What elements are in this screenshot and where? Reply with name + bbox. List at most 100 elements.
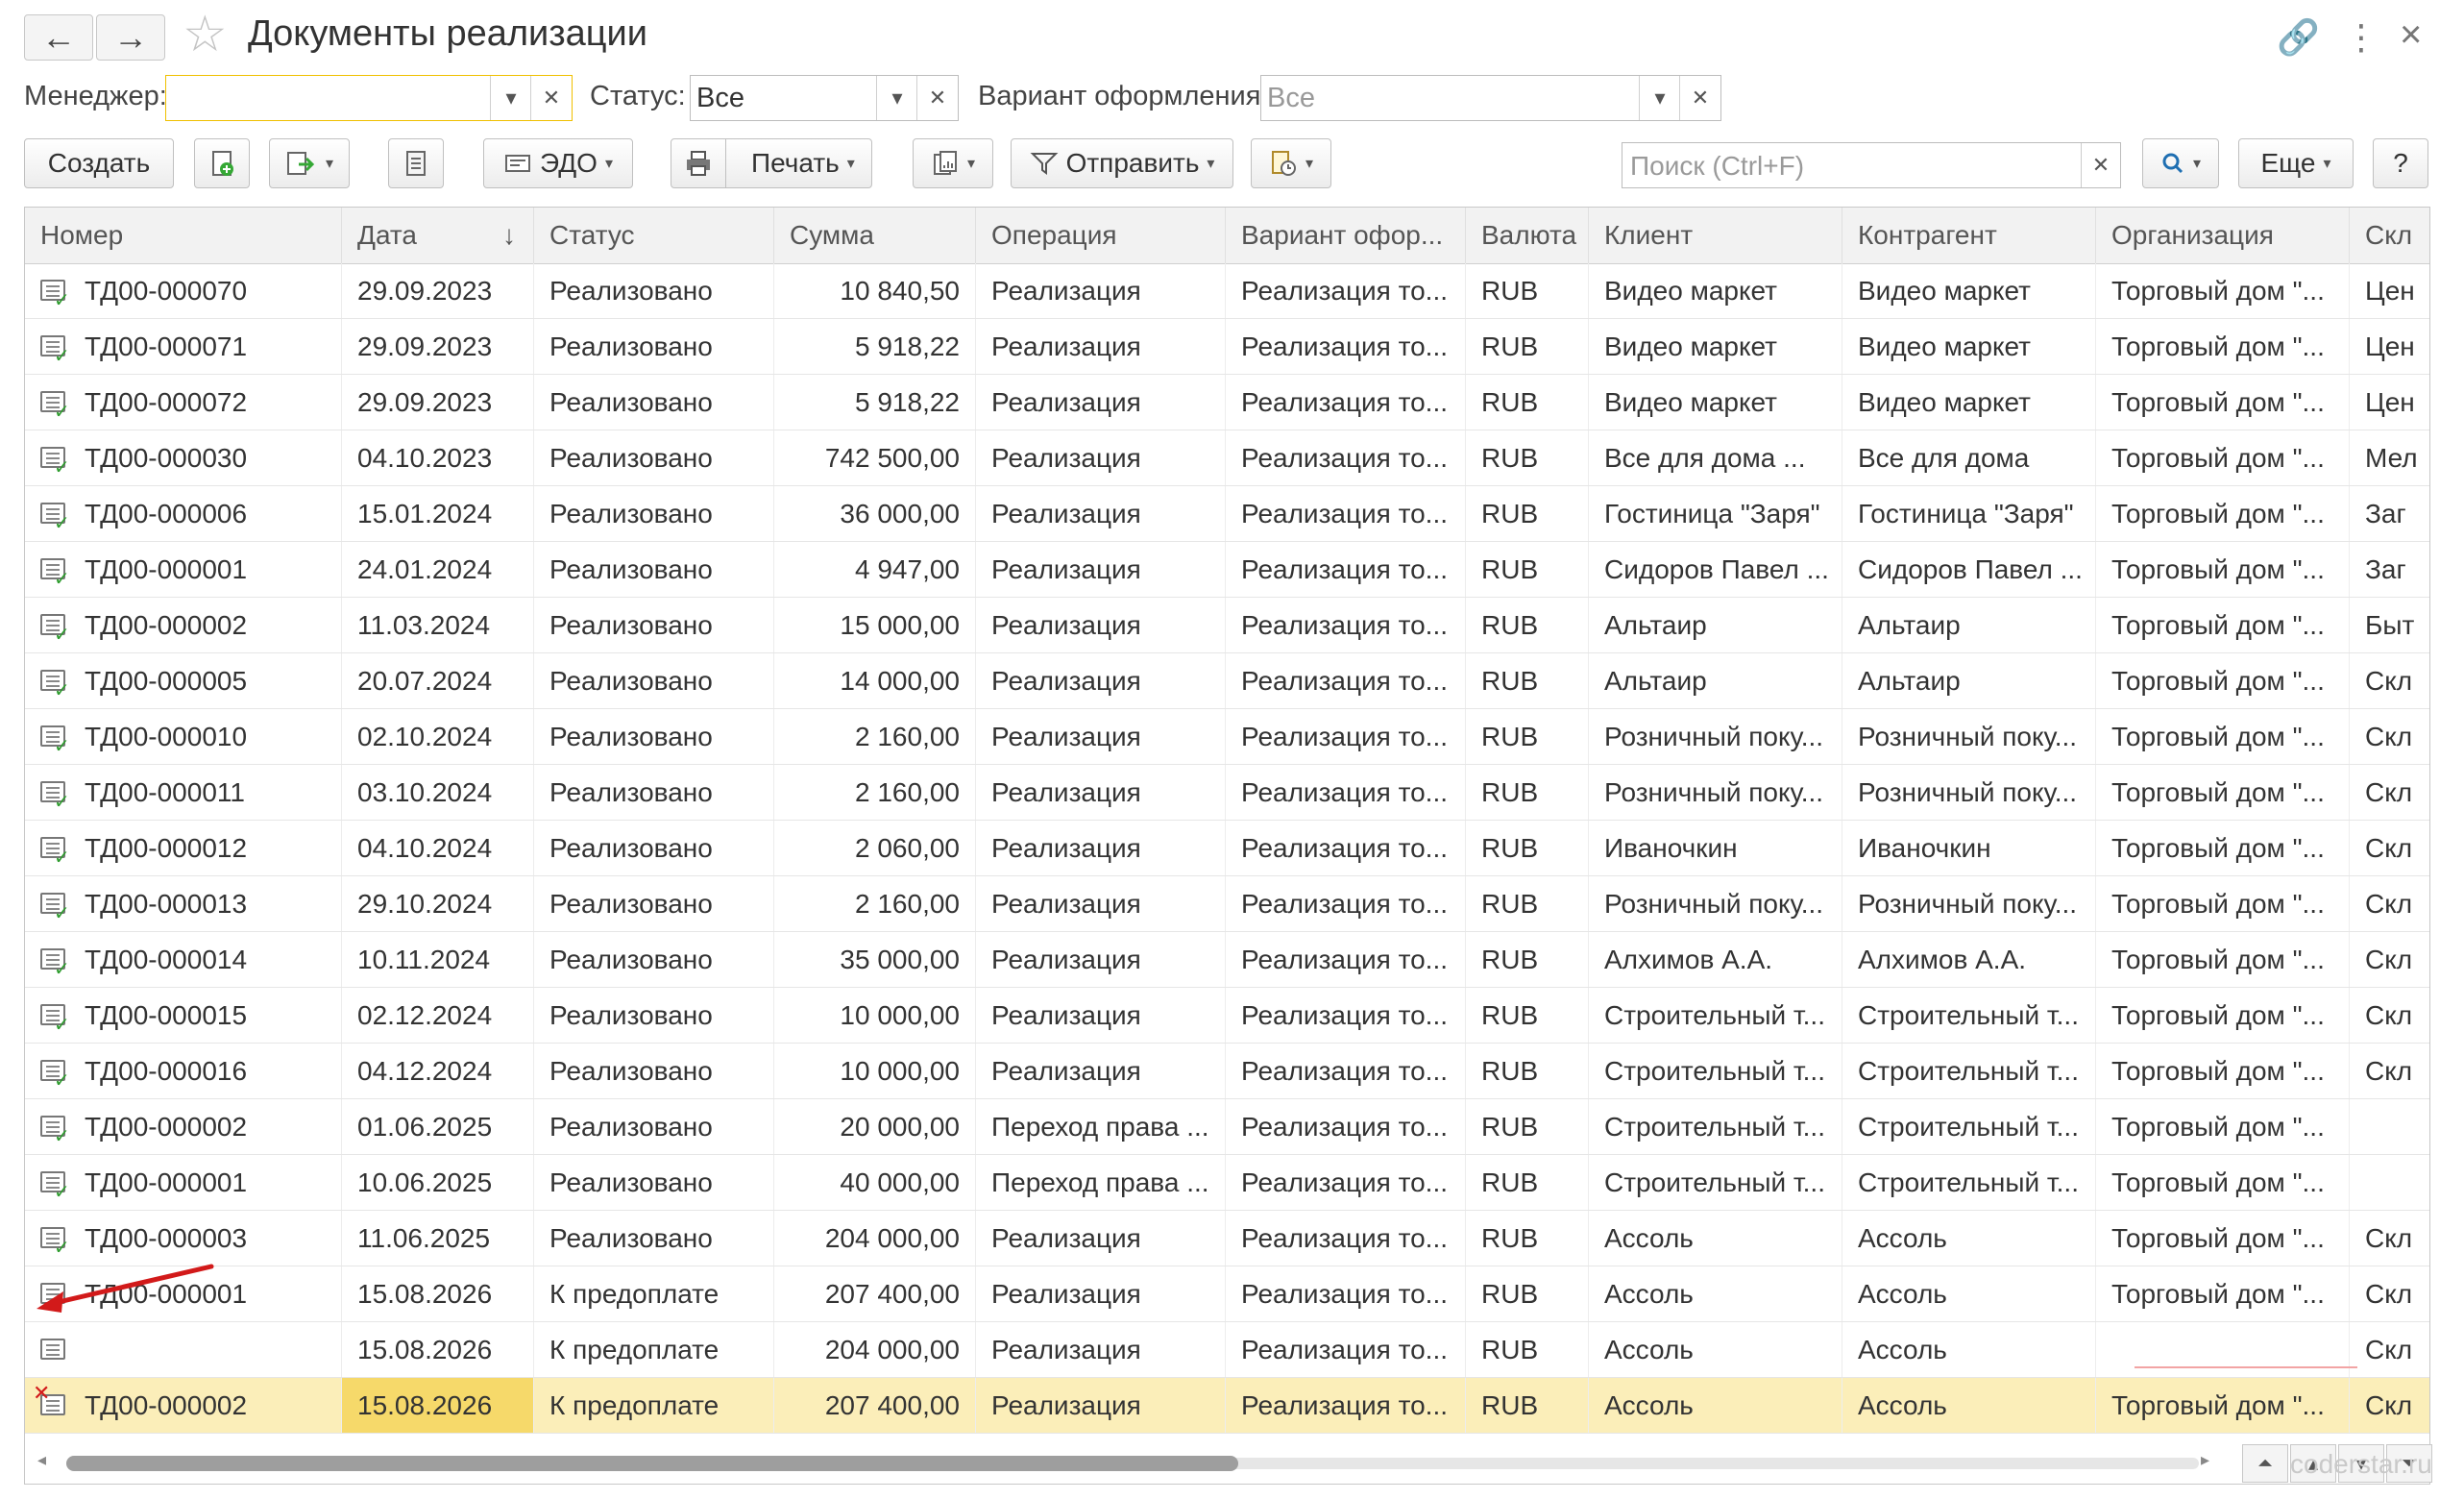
cell-operation[interactable]: Реализация (976, 1211, 1226, 1266)
cell-organization[interactable]: Торговый дом "... (2096, 375, 2350, 430)
cell-sum[interactable]: 35 000,00 (774, 932, 976, 987)
cell-status[interactable]: К предоплате (534, 1378, 774, 1433)
cell-number[interactable]: ✓ ТД00-000005 (25, 653, 342, 708)
cell-variant[interactable]: Реализация то... (1226, 263, 1466, 318)
search-input[interactable]: Поиск (Ctrl+F) ✕ (1622, 142, 2121, 188)
table-row[interactable]: ✓ ТД00-000013 29.10.2024 Реализовано 2 160,0… (25, 876, 2429, 932)
cell-sum[interactable]: 40 000,00 (774, 1155, 976, 1210)
cell-currency[interactable]: RUB (1466, 1211, 1589, 1266)
cell-sum[interactable]: 2 160,00 (774, 709, 976, 764)
cell-sum[interactable]: 2 060,00 (774, 821, 976, 875)
chevron-down-icon[interactable]: ▾ (490, 76, 531, 120)
table-row[interactable]: ТД00-000001 15.08.2026 К предоплате 207 400… (25, 1266, 2429, 1322)
table-row[interactable]: ✓ ТД00-000012 04.10.2024 Реализовано 2 060,0… (25, 821, 2429, 876)
cell-variant[interactable]: Реализация то... (1226, 375, 1466, 430)
horizontal-scrollbar[interactable]: ◂ ▸ (24, 1444, 2243, 1479)
cell-currency[interactable]: RUB (1466, 1266, 1589, 1321)
cell-counterparty[interactable]: Строительный т... (1842, 1155, 2096, 1210)
cell-currency[interactable]: RUB (1466, 876, 1589, 931)
cell-status[interactable]: Реализовано (534, 1099, 774, 1154)
cell-client[interactable]: Альтаир (1589, 598, 1842, 652)
cell-sum[interactable]: 20 000,00 (774, 1099, 976, 1154)
cell-warehouse[interactable]: Скл (2350, 653, 2429, 708)
cell-organization[interactable] (2096, 1322, 2350, 1377)
cell-date[interactable]: 29.09.2023 (342, 263, 534, 318)
table-row[interactable]: ✓ ТД00-000016 04.12.2024 Реализовано 10 000,… (25, 1044, 2429, 1099)
chevron-down-icon[interactable]: ▾ (1639, 76, 1680, 120)
back-button[interactable]: ← (24, 14, 93, 61)
cell-date[interactable]: 02.12.2024 (342, 988, 534, 1043)
cell-operation[interactable]: Реализация (976, 709, 1226, 764)
reports-button[interactable]: ▾ (913, 138, 993, 188)
table-row[interactable]: ✓ ТД00-000002 01.06.2025 Реализовано 20 000,… (25, 1099, 2429, 1155)
cell-operation[interactable]: Реализация (976, 1378, 1226, 1433)
cell-currency[interactable]: RUB (1466, 1378, 1589, 1433)
cell-sum[interactable]: 14 000,00 (774, 653, 976, 708)
related-docs-button[interactable]: ▾ (1251, 138, 1331, 188)
cell-warehouse[interactable]: Скл (2350, 1378, 2429, 1433)
cell-operation[interactable]: Реализация (976, 598, 1226, 652)
cell-organization[interactable]: Торговый дом "... (2096, 932, 2350, 987)
cell-organization[interactable]: Торговый дом "... (2096, 1378, 2350, 1433)
cell-variant[interactable]: Реализация то... (1226, 598, 1466, 652)
scroll-thumb[interactable] (66, 1456, 1238, 1471)
header-col-counterparty[interactable]: Контрагент (1842, 208, 2096, 263)
cell-variant[interactable]: Реализация то... (1226, 653, 1466, 708)
header-col-warehouse[interactable]: Скл (2350, 208, 2429, 263)
header-col-sum[interactable]: Сумма (774, 208, 976, 263)
cell-date[interactable]: 02.10.2024 (342, 709, 534, 764)
cell-operation[interactable]: Реализация (976, 1266, 1226, 1321)
table-row[interactable]: 15.08.2026 К предоплате 204 000,00 Реализац… (25, 1322, 2429, 1378)
cell-warehouse[interactable]: Скл (2350, 1211, 2429, 1266)
cell-operation[interactable]: Реализация (976, 542, 1226, 597)
table-row[interactable]: ✓ ТД00-000072 29.09.2023 Реализовано 5 918,2… (25, 375, 2429, 430)
table-row[interactable]: ✓ ТД00-000003 11.06.2025 Реализовано 204 000… (25, 1211, 2429, 1266)
cell-warehouse[interactable]: Быт (2350, 598, 2429, 652)
header-col-variant[interactable]: Вариант офор... (1226, 208, 1466, 263)
cell-warehouse[interactable]: Скл (2350, 988, 2429, 1043)
cell-status[interactable]: К предоплате (534, 1322, 774, 1377)
cell-number[interactable]: ✓ ТД00-000006 (25, 486, 342, 541)
cell-currency[interactable]: RUB (1466, 319, 1589, 374)
cell-sum[interactable]: 2 160,00 (774, 765, 976, 820)
cell-client[interactable]: Строительный т... (1589, 988, 1842, 1043)
cell-number[interactable]: ✓ ТД00-000030 (25, 430, 342, 485)
header-col-organization[interactable]: Организация (2096, 208, 2350, 263)
cell-warehouse[interactable] (2350, 1155, 2429, 1210)
cell-sum[interactable]: 10 840,50 (774, 263, 976, 318)
cell-sum[interactable]: 36 000,00 (774, 486, 976, 541)
cell-organization[interactable]: Торговый дом "... (2096, 765, 2350, 820)
clear-icon[interactable]: ✕ (1679, 76, 1720, 120)
cell-variant[interactable]: Реализация то... (1226, 319, 1466, 374)
create-button[interactable]: Создать (24, 138, 174, 188)
cell-number[interactable]: ✓ ТД00-000070 (25, 263, 342, 318)
cell-counterparty[interactable]: Алхимов А.А. (1842, 932, 2096, 987)
cell-date[interactable]: 03.10.2024 (342, 765, 534, 820)
cell-client[interactable]: Строительный т... (1589, 1099, 1842, 1154)
cell-organization[interactable]: Торговый дом "... (2096, 709, 2350, 764)
cell-variant[interactable]: Реализация то... (1226, 876, 1466, 931)
cell-organization[interactable]: Торговый дом "... (2096, 486, 2350, 541)
cell-counterparty[interactable]: Альтаир (1842, 598, 2096, 652)
cell-variant[interactable]: Реализация то... (1226, 821, 1466, 875)
status-field[interactable]: Все ▾ ✕ (690, 75, 959, 121)
cell-client[interactable]: Ассоль (1589, 1211, 1842, 1266)
link-icon[interactable]: 🔗 (2277, 17, 2320, 58)
cell-sum[interactable]: 207 400,00 (774, 1266, 976, 1321)
clear-icon[interactable]: ✕ (530, 76, 572, 120)
cell-client[interactable]: Розничный поку... (1589, 709, 1842, 764)
table-row[interactable]: ✓ ТД00-000001 24.01.2024 Реализовано 4 947,0… (25, 542, 2429, 598)
clear-search-icon[interactable]: ✕ (2081, 143, 2120, 187)
cell-date[interactable]: 04.10.2024 (342, 821, 534, 875)
cell-organization[interactable]: Торговый дом "... (2096, 1155, 2350, 1210)
cell-organization[interactable]: Торговый дом "... (2096, 430, 2350, 485)
cell-sum[interactable]: 207 400,00 (774, 1378, 976, 1433)
cell-date[interactable]: 20.07.2024 (342, 653, 534, 708)
cell-status[interactable]: К предоплате (534, 1266, 774, 1321)
cell-counterparty[interactable]: Ассоль (1842, 1266, 2096, 1321)
cell-client[interactable]: Видео маркет (1589, 375, 1842, 430)
cell-currency[interactable]: RUB (1466, 486, 1589, 541)
manager-field[interactable]: ▾ ✕ (165, 75, 573, 121)
cell-operation[interactable]: Реализация (976, 988, 1226, 1043)
cell-date[interactable]: 15.08.2026 (342, 1266, 534, 1321)
